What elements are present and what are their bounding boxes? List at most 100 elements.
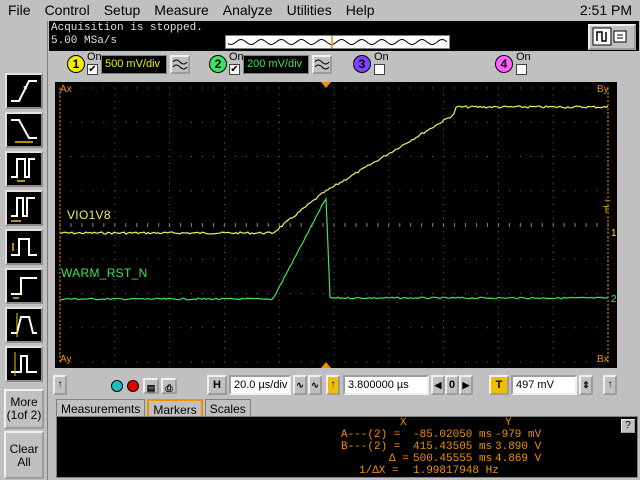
menu-file[interactable]: File — [0, 0, 31, 21]
horizontal-button[interactable]: H — [207, 375, 227, 395]
trigger-level-field[interactable]: 497 mV — [511, 375, 577, 395]
transition-icon — [11, 313, 37, 337]
wave-adjust-icon — [172, 59, 188, 70]
glitch-trigger-button[interactable] — [5, 190, 43, 226]
overview-waveform-icon — [227, 36, 448, 48]
transition-trigger-button[interactable] — [5, 307, 43, 343]
channel-bar: 1 On ✔ 500 mV/div 2 On ✔ 200 mV/div 3 On… — [49, 51, 639, 82]
channel-2-adjust-button[interactable] — [312, 55, 332, 74]
falling-edge-trigger-button[interactable] — [5, 112, 43, 148]
falling-edge-icon — [11, 119, 37, 143]
trigger-level-marker: ← T — [603, 194, 613, 216]
marker-ay-label: Ay — [60, 354, 72, 365]
acquisition-status: Acquisition is stopped. — [51, 22, 203, 34]
rising-edge-trigger-button[interactable] — [5, 73, 43, 109]
waveform-graticule — [59, 82, 609, 368]
marker-by-label: By — [597, 84, 609, 95]
marker-a-y: -979 mV — [495, 429, 542, 441]
clear-sub-label: All — [17, 455, 31, 469]
markers-header-x: X — [400, 417, 407, 429]
horizontal-control-bar: ↑ ▤ ⎙ H 20.0 µs/div ∿ ∿ ↑ 3.800000 µs ◀ … — [49, 372, 639, 398]
marker-a-x: -85.02050 ms — [413, 429, 493, 441]
more-page-label: (1of 2) — [6, 408, 42, 422]
pulse-width-trigger-button[interactable] — [5, 151, 43, 187]
marker-delta-y: 4.869 V — [495, 453, 542, 465]
delay-left-button[interactable]: ◀ — [431, 375, 445, 395]
acquisition-overview[interactable] — [225, 35, 450, 49]
channel-3-badge[interactable]: 3 — [353, 55, 371, 73]
channel-2-checkbox[interactable]: ✔ — [229, 64, 240, 75]
menu-bar: File Control Setup Measure Analyze Utili… — [0, 0, 640, 21]
channel-2-scale[interactable]: 200 mV/div — [243, 55, 309, 74]
marker-a-dot[interactable] — [111, 380, 123, 392]
runt-trigger-button[interactable] — [5, 229, 43, 265]
channel-4-on-label: On — [516, 51, 531, 63]
glitch-icon — [11, 197, 35, 222]
delay-right-button[interactable]: ▶ — [459, 375, 473, 395]
timebase-field[interactable]: 20.0 µs/div — [229, 375, 291, 395]
marker-delta-x: 500.45555 ms — [413, 453, 493, 465]
delay-zero-button[interactable]: 0 — [445, 375, 459, 395]
delay-field[interactable]: 3.800000 µs — [343, 375, 429, 395]
run-stop-icon — [592, 27, 627, 46]
more-button[interactable]: More (1of 2) — [4, 389, 44, 429]
menu-setup[interactable]: Setup — [96, 0, 141, 21]
help-button[interactable]: ? — [621, 419, 635, 433]
marker-b-dot[interactable] — [127, 380, 139, 392]
channel-1-ground-marker: 1 — [611, 228, 617, 239]
marker-inverse-delta-x: 1.99817948 Hz — [413, 465, 499, 477]
timebase-fine-button[interactable]: ∿ — [308, 375, 322, 395]
marker-bx-label: Bx — [597, 354, 609, 365]
setup-hold-trigger-button[interactable] — [5, 346, 43, 382]
menu-measure[interactable]: Measure — [146, 0, 208, 21]
channel-1-badge[interactable]: 1 — [67, 55, 85, 73]
marker-b-y: 3.890 V — [495, 441, 542, 453]
channel-3-checkbox[interactable] — [374, 64, 385, 75]
channel-2-badge[interactable]: 2 — [209, 55, 227, 73]
print-icon[interactable]: ⎙ — [161, 378, 177, 394]
menu-analyze[interactable]: Analyze — [215, 0, 273, 21]
menu-control[interactable]: Control — [37, 0, 90, 21]
marker-inverse-delta-label: 1/ΔX = — [359, 465, 399, 477]
channel-3-on-label: On — [374, 51, 389, 63]
timeout-trigger-button[interactable] — [5, 268, 43, 304]
trigger-level-adjust-button[interactable]: ⇕ — [579, 375, 593, 395]
oscilloscope-app: File Control Setup Measure Analyze Utili… — [0, 0, 640, 480]
marker-b-x: 415.43505 ms — [413, 441, 493, 453]
pulse-width-icon — [11, 158, 35, 182]
save-icon[interactable]: ▤ — [143, 378, 159, 394]
marker-b-label: B---(2) = — [341, 441, 401, 453]
channel-1-scale[interactable]: 500 mV/div — [101, 55, 167, 74]
delay-reference-button[interactable]: ↑ — [326, 375, 340, 395]
channel-2-on-label: On — [229, 51, 244, 63]
markers-header-y: Y — [505, 417, 512, 429]
channel-1-on-label: On — [87, 51, 102, 63]
scroll-up-button[interactable]: ↑ — [53, 375, 67, 395]
timeout-icon — [11, 277, 37, 299]
menu-help[interactable]: Help — [338, 0, 375, 21]
scroll-top-button[interactable]: ↑ — [603, 375, 617, 395]
wave-adjust-icon — [314, 59, 330, 70]
setup-hold-icon — [11, 352, 37, 376]
markers-panel: X Y A---(2) = -85.02050 ms -979 mV B---(… — [56, 416, 638, 478]
channel-4-badge[interactable]: 4 — [495, 55, 513, 73]
run-stop-button[interactable] — [588, 24, 636, 50]
channel-2-ground-marker: 2 — [611, 294, 617, 305]
trigger-position-marker — [321, 82, 331, 88]
waveform-display[interactable]: Ax Ay By Bx VIO1V8 WARM_RST_N ← T 1 2 — [55, 82, 617, 368]
channel-1-adjust-button[interactable] — [170, 55, 190, 74]
menu-utilities[interactable]: Utilities — [279, 0, 332, 21]
channel-1-checkbox[interactable]: ✔ — [87, 64, 98, 75]
clear-all-button[interactable]: Clear All — [4, 431, 44, 479]
trigger-button[interactable]: T — [489, 375, 509, 395]
marker-a-label: A---(2) = — [341, 429, 401, 441]
left-toolbar: More (1of 2) Clear All — [0, 21, 48, 480]
trace-1-label: VIO1V8 — [67, 208, 111, 222]
marker-ax-label: Ax — [60, 84, 72, 95]
channel-4-checkbox[interactable] — [516, 64, 527, 75]
trace-2-label: WARM_RST_N — [61, 266, 148, 280]
rising-edge-icon — [11, 80, 37, 102]
trigger-position-marker-bottom — [321, 362, 331, 368]
timebase-adjust-button[interactable]: ∿ — [293, 375, 307, 395]
channel-2-trace — [59, 196, 609, 301]
